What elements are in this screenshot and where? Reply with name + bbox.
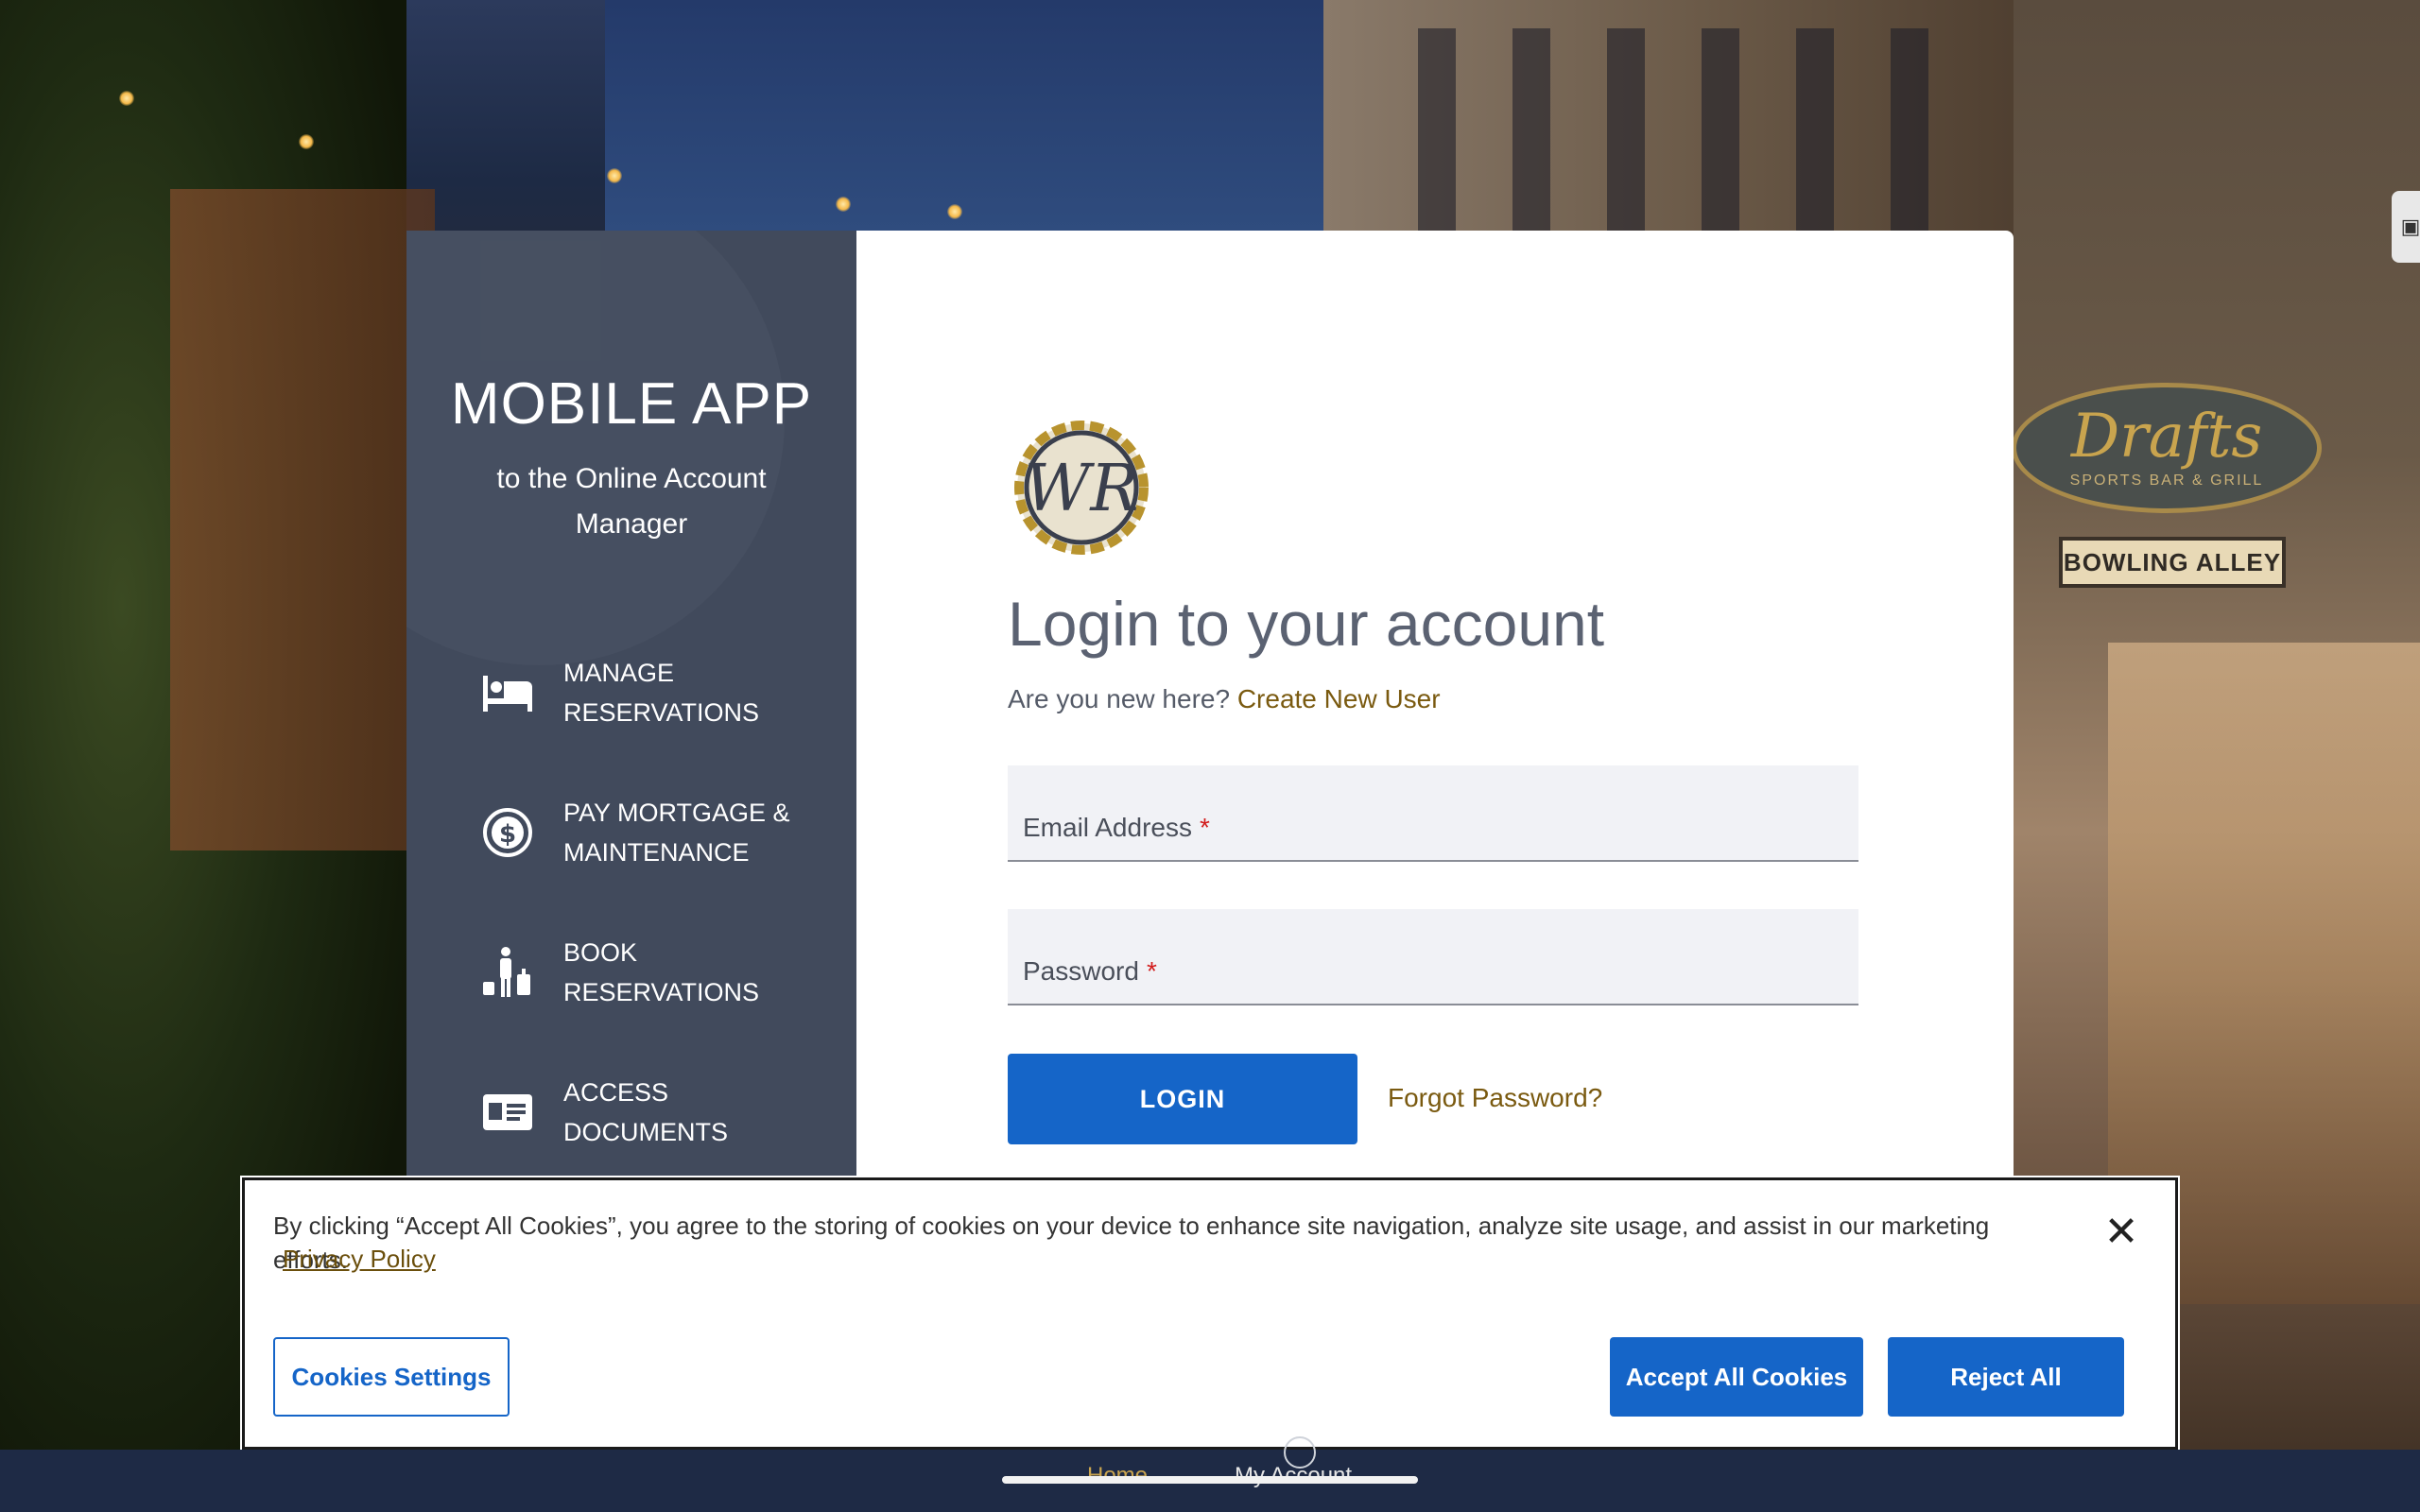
sidebar-title: MOBILE APP <box>450 371 813 437</box>
drafts-sign-name: Drafts <box>2070 402 2263 472</box>
feature-label: BOOK RESERVATIONS <box>563 938 760 1006</box>
string-light <box>119 91 134 106</box>
bed-icon <box>480 665 535 720</box>
string-light <box>836 197 851 212</box>
cookie-message: By clicking “Accept All Cookies”, you ag… <box>273 1211 1990 1274</box>
feature-label: MANAGE RESERVATIONS <box>563 659 760 727</box>
sidebar-subtitle: to the Online Account Manager <box>496 463 767 540</box>
privacy-policy-link[interactable]: Privacy Policy <box>283 1245 436 1274</box>
background-sky <box>605 0 1380 232</box>
forgot-password-link[interactable]: Forgot Password? <box>1388 1083 1602 1113</box>
cookie-consent-banner: By clicking “Accept All Cookies”, you ag… <box>242 1177 2178 1450</box>
accept-all-cookies-button[interactable]: Accept All Cookies <box>1610 1337 1863 1417</box>
password-field[interactable]: Password * <box>1008 909 1858 1005</box>
feature-label: PAY MORTGAGE & MAINTENANCE <box>563 799 790 867</box>
login-panel: WR Login to your account Are you new her… <box>856 231 2014 1185</box>
feature-pay-mortgage: $ PAY MORTGAGE & MAINTENANCE <box>406 763 856 902</box>
feature-access-documents: ACCESS DOCUMENTS <box>406 1042 856 1182</box>
bottom-nav-bar: Home My Account <box>0 1436 2420 1512</box>
login-button[interactable]: LOGIN <box>1008 1054 1357 1144</box>
drafts-sign-tagline: SPORTS BAR & GRILL <box>2069 472 2264 489</box>
chat-icon: ▣ <box>2400 215 2420 238</box>
feature-list: MANAGE RESERVATIONS $ PAY MORTGAGE & MAI… <box>406 623 856 1182</box>
dollar-circle-icon: $ <box>480 805 535 860</box>
svg-text:$: $ <box>499 820 516 849</box>
login-card: MOBILE APP to the Online Account Manager… <box>406 231 2014 1185</box>
home-indicator[interactable] <box>1002 1476 1418 1484</box>
feature-book-reservations: BOOK RESERVATIONS <box>406 902 856 1042</box>
feature-manage-reservations: MANAGE RESERVATIONS <box>406 623 856 763</box>
id-card-icon <box>480 1085 535 1140</box>
close-icon[interactable]: ✕ <box>2098 1209 2145 1256</box>
feature-label: ACCESS DOCUMENTS <box>563 1078 728 1146</box>
cookies-settings-button[interactable]: Cookies Settings <box>273 1337 510 1417</box>
string-light <box>947 204 962 219</box>
feedback-tab[interactable]: ▣ <box>2392 191 2420 263</box>
string-light <box>607 168 622 183</box>
traveler-luggage-icon <box>480 945 535 1000</box>
string-light <box>299 134 314 149</box>
drafts-sign: Drafts SPORTS BAR & GRILL <box>2012 383 2322 513</box>
email-input[interactable] <box>1008 765 1858 860</box>
reject-all-button[interactable]: Reject All <box>1888 1337 2124 1417</box>
new-user-prompt: Are you new here? Create New User <box>1008 684 1441 714</box>
logo-text: WR <box>1024 452 1138 526</box>
background-building-left <box>170 189 435 850</box>
page-title: Login to your account <box>1008 589 1605 659</box>
new-user-question: Are you new here? <box>1008 684 1231 713</box>
bowling-alley-sign: BOWLING ALLEY <box>2059 537 2286 588</box>
email-field[interactable]: Email Address * <box>1008 765 1858 862</box>
app-promo-sidebar: MOBILE APP to the Online Account Manager… <box>406 231 856 1185</box>
background-windows <box>1361 28 1966 236</box>
create-new-user-link[interactable]: Create New User <box>1237 684 1441 713</box>
wr-logo: WR <box>1008 420 1159 561</box>
password-input[interactable] <box>1008 909 1858 1004</box>
